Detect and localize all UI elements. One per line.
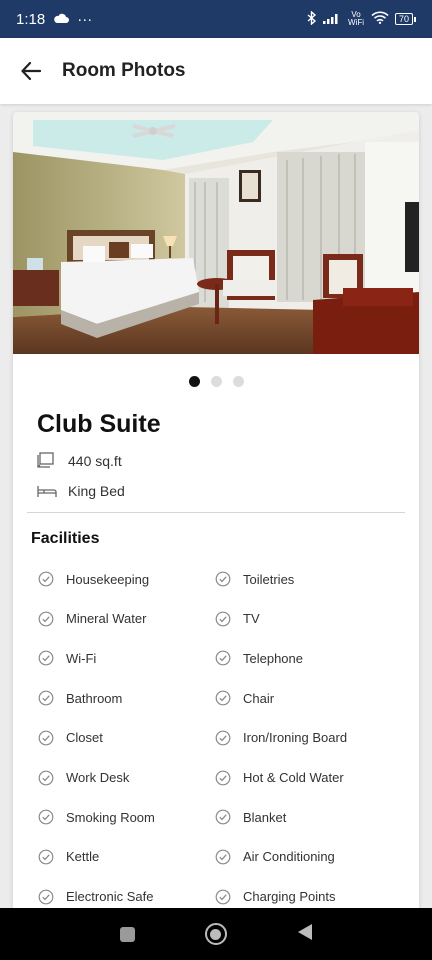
facility-label: Air Conditioning [243, 849, 335, 865]
carousel-indicator [13, 376, 419, 387]
facility-item: Mineral Water [38, 599, 146, 639]
facility-label: Iron/Ironing Board [243, 730, 348, 746]
facilities-heading: Facilities [31, 530, 100, 547]
carousel-dot[interactable] [188, 376, 200, 387]
facility-item: Hot & Cold Water [215, 758, 344, 798]
volte-label: Vo WiFi [347, 10, 364, 27]
facility-label: Toiletries [243, 571, 295, 587]
check-circle-icon [38, 571, 54, 587]
check-circle-icon [38, 849, 54, 865]
check-circle-icon [215, 770, 231, 786]
facility-label: Wi-Fi [66, 650, 97, 666]
room-card: Club Suite 440 sq.ft King Bed Facilities… [13, 112, 419, 912]
arrow-left-icon [21, 62, 41, 80]
facility-label: Blanket [243, 809, 287, 825]
facility-item: Kettle [38, 837, 99, 877]
bed-type-label: King Bed [68, 483, 125, 499]
room-name: Club Suite [37, 410, 161, 438]
back-button[interactable] [0, 38, 62, 104]
check-circle-icon [38, 889, 54, 905]
check-circle-icon [38, 809, 54, 825]
room-size: 440 sq.ft [37, 452, 122, 470]
facility-item: Work Desk [38, 758, 129, 798]
facility-item: Housekeeping [38, 559, 149, 599]
facility-label: Chair [243, 690, 275, 706]
facility-label: TV [243, 611, 260, 627]
facility-label: Mineral Water [66, 611, 147, 627]
check-circle-icon [38, 770, 54, 786]
home-button[interactable] [204, 923, 227, 945]
app-bar: Room Photos [0, 38, 432, 104]
facility-label: Work Desk [66, 770, 130, 785]
room-photo-carousel[interactable] [13, 112, 419, 354]
check-circle-icon [215, 849, 231, 865]
facility-label: Electronic Safe [66, 889, 154, 905]
recent-apps-button[interactable] [119, 926, 135, 942]
signal-icon [322, 12, 341, 27]
facility-label: Kettle [66, 849, 100, 865]
facility-label: Hot & Cold Water [243, 770, 344, 785]
facility-label: Housekeeping [66, 571, 150, 587]
status-bar: 1:18 ··· Vo WiFi 70 [0, 0, 432, 38]
facility-label: Bathroom [66, 690, 123, 706]
facility-label: Telephone [243, 650, 303, 666]
divider [27, 512, 405, 513]
system-nav-bar [0, 908, 432, 960]
back-nav-button[interactable] [297, 923, 313, 946]
facility-item: Electronic Safe [38, 877, 153, 912]
room-photo [13, 112, 419, 354]
check-circle-icon [215, 571, 231, 587]
bed-type: King Bed [37, 482, 125, 500]
clock: 1:18 [16, 10, 46, 28]
facility-item: Charging Points [215, 877, 336, 912]
check-circle-icon [215, 690, 231, 706]
check-circle-icon [38, 730, 54, 746]
battery-icon: 70 [394, 13, 416, 25]
more-notifications: ··· [77, 10, 93, 28]
carousel-dot[interactable] [210, 376, 222, 387]
facility-label: Closet [66, 730, 103, 746]
check-circle-icon [38, 611, 54, 627]
facility-item: Toiletries [215, 559, 294, 599]
bluetooth-icon [307, 9, 317, 28]
facility-item: Chair [215, 678, 274, 718]
facility-item: Blanket [215, 797, 286, 837]
check-circle-icon [215, 730, 231, 746]
page-title: Room Photos [62, 60, 186, 81]
facility-item: Wi-Fi [38, 638, 96, 678]
check-circle-icon [215, 611, 231, 627]
facility-item: Iron/Ironing Board [215, 718, 347, 758]
facility-label: Smoking Room [66, 809, 155, 825]
facility-item: Telephone [215, 638, 303, 678]
facility-item: Bathroom [38, 678, 122, 718]
check-circle-icon [215, 889, 231, 905]
room-size-label: 440 sq.ft [68, 453, 122, 469]
facility-item: Smoking Room [38, 797, 155, 837]
check-circle-icon [38, 690, 54, 706]
battery-level: 70 [394, 13, 413, 25]
facility-item: Air Conditioning [215, 837, 335, 877]
floor-area-icon [37, 452, 57, 470]
check-circle-icon [215, 809, 231, 825]
carousel-dot[interactable] [232, 376, 244, 387]
facility-label: Charging Points [243, 889, 336, 905]
check-circle-icon [38, 650, 54, 666]
facility-item: Closet [38, 718, 103, 758]
facility-item: TV [215, 599, 260, 639]
cloud-icon [53, 11, 70, 28]
bed-icon [37, 482, 57, 500]
wifi-icon [371, 11, 389, 27]
check-circle-icon [215, 650, 231, 666]
